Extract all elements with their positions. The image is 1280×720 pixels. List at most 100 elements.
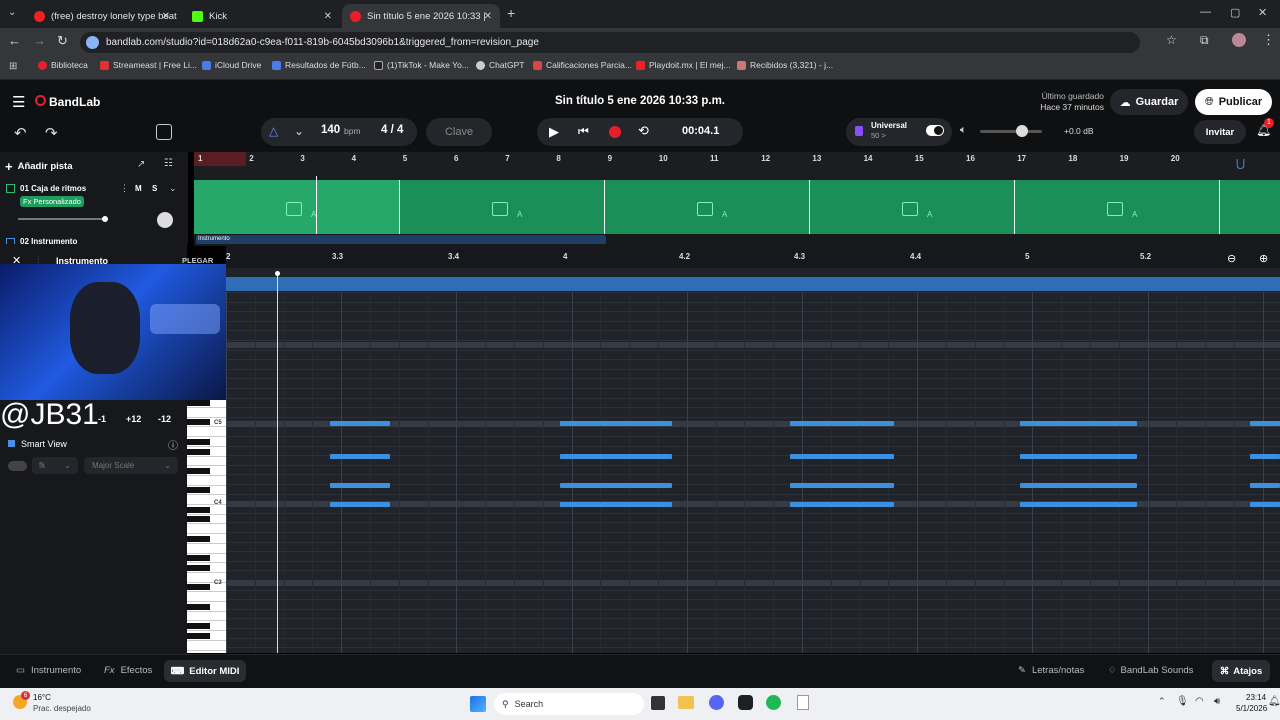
volume-handle[interactable] — [102, 216, 108, 222]
forward-icon[interactable]: → — [33, 33, 46, 48]
piano-roll-grid[interactable] — [226, 268, 1280, 653]
new-tab-icon[interactable]: + — [507, 5, 515, 21]
midi-note[interactable] — [790, 502, 894, 507]
piano-black-key[interactable] — [187, 419, 210, 426]
midi-note[interactable] — [790, 454, 894, 459]
transpose-down-octave-button[interactable]: -12 — [158, 414, 171, 424]
bookmark-item[interactable]: iCloud Drive — [202, 60, 261, 70]
tuner-label[interactable]: Universal — [871, 121, 907, 130]
track-volume-slider[interactable] — [18, 218, 106, 220]
piano-black-key[interactable] — [187, 506, 210, 513]
midi-playhead[interactable] — [277, 272, 278, 653]
skip-back-icon[interactable]: ⏮︎ — [578, 124, 589, 139]
tab-search-icon[interactable]: ⌄ — [8, 7, 16, 18]
piano-black-key[interactable] — [187, 535, 210, 542]
tab-youtube[interactable]: (free) destroy lonely type beat - ✕ — [26, 4, 178, 28]
volume-knob[interactable] — [1016, 125, 1028, 137]
scale-select[interactable]: Major Scale ⌄ — [84, 457, 178, 474]
midi-note[interactable] — [1020, 483, 1137, 488]
track-menu-icon[interactable]: ⋮ — [120, 183, 129, 194]
chevron-down-icon[interactable]: ⌄ — [294, 124, 304, 138]
midi-note[interactable] — [560, 502, 672, 507]
bookmark-item[interactable]: ChatGPT — [476, 60, 524, 70]
bookmark-item[interactable]: Recibidos (3,321) - j... — [737, 60, 833, 70]
maximize-icon[interactable]: ▢ — [1230, 6, 1240, 19]
track-settings-icon[interactable]: ☷ — [164, 158, 173, 169]
drum-clip[interactable]: A — [604, 180, 809, 234]
midi-note[interactable] — [560, 454, 672, 459]
midi-note[interactable] — [330, 454, 390, 459]
tab-midi-editor[interactable]: ⌨ Editor MIDI — [164, 660, 246, 682]
metronome-icon[interactable]: △ — [269, 124, 278, 138]
midi-note[interactable] — [330, 502, 390, 507]
apps-grid-icon[interactable]: ⊞ — [9, 61, 17, 72]
microphone-icon[interactable]: 🎙︎ — [1176, 696, 1189, 707]
tab-kick[interactable]: Kick ✕ — [184, 4, 340, 28]
piano-black-key[interactable] — [187, 632, 210, 639]
tab-instrument[interactable]: ▭ Instrumento — [16, 665, 81, 676]
smart-view-toggle[interactable] — [8, 461, 27, 471]
midi-note[interactable] — [790, 421, 894, 426]
bookmark-item[interactable]: Resultados de Fútb... — [272, 60, 366, 70]
midi-note[interactable] — [330, 421, 390, 426]
undo-icon[interactable]: ↶ — [14, 124, 27, 142]
volume-icon[interactable]: 🔊︎ — [1214, 696, 1220, 707]
drum-clip[interactable]: A — [809, 180, 1014, 234]
midi-note[interactable] — [1250, 502, 1280, 507]
file-explorer-icon[interactable] — [678, 696, 694, 709]
profile-avatar[interactable] — [1232, 33, 1246, 47]
record-icon[interactable] — [609, 126, 621, 138]
windows-start-icon[interactable] — [470, 696, 486, 712]
magnet-icon[interactable]: ⋃ — [1236, 157, 1245, 170]
extensions-icon[interactable]: ⧉ — [1200, 33, 1209, 48]
window-close-icon[interactable]: ✕ — [1258, 6, 1267, 19]
task-view-icon[interactable] — [651, 696, 665, 710]
close-icon[interactable]: ✕ — [324, 11, 332, 22]
bookmark-item[interactable]: Calificaciones Parcia... — [533, 60, 632, 70]
piano-black-key[interactable] — [187, 400, 210, 406]
bookmark-item[interactable]: (1)TikTok - Make Yo... — [374, 60, 469, 70]
zoom-out-icon[interactable]: ⊖ — [1227, 252, 1236, 265]
piano-black-key[interactable] — [187, 487, 210, 494]
transpose-down-button[interactable]: -1 — [98, 414, 106, 424]
close-icon[interactable]: ✕ — [162, 11, 170, 22]
timeline-ruler[interactable]: 1 2 3 4 5 6 7 8 9 10 11 12 13 14 15 16 17 18 19 20 — [194, 152, 1280, 166]
drum-clip[interactable]: A — [194, 180, 399, 234]
midi-note[interactable] — [330, 483, 390, 488]
brand-logo[interactable]: BandLab — [49, 95, 100, 109]
piano-black-key[interactable] — [187, 555, 210, 562]
drum-track-lane[interactable]: AAAAAA — [194, 180, 1280, 234]
close-icon[interactable]: ✕ — [484, 11, 492, 22]
info-icon[interactable]: ⓘ — [168, 437, 178, 452]
midi-note[interactable] — [1020, 454, 1137, 459]
piano-black-key[interactable] — [187, 448, 210, 455]
back-icon[interactable]: ← — [8, 33, 21, 48]
instrument-region[interactable]: Instrumento — [196, 235, 606, 244]
save-button[interactable]: ☁ Guardar — [1110, 89, 1188, 115]
tab-effects[interactable]: Fx Efectos — [104, 665, 152, 676]
reload-icon[interactable]: ↻ — [57, 33, 68, 49]
midi-note[interactable] — [560, 421, 672, 426]
taskbar-search[interactable]: ⚲ Search — [494, 693, 644, 715]
drum-clip[interactable]: A — [399, 180, 604, 234]
midi-note[interactable] — [560, 483, 672, 488]
shortcuts-button[interactable]: ⌘ Atajos — [1212, 660, 1270, 682]
redo-icon[interactable]: ↷ — [45, 124, 58, 142]
notepad-icon[interactable] — [797, 695, 809, 710]
pan-knob[interactable] — [157, 212, 173, 228]
key-button[interactable]: Clave — [426, 118, 492, 146]
fx-badge[interactable]: Fx Personalizado — [20, 196, 84, 207]
mixer-toggle-icon[interactable] — [156, 124, 172, 140]
piano-black-key[interactable] — [187, 623, 210, 630]
invite-button[interactable]: Invitar — [1194, 120, 1246, 144]
add-track-button[interactable]: + Añadir pista — [5, 156, 89, 176]
bookmark-item[interactable]: Streameast | Free Li... — [100, 60, 197, 70]
capcut-icon[interactable] — [738, 695, 753, 710]
transpose-up-octave-button[interactable]: +12 — [126, 414, 141, 424]
midi-note[interactable] — [1250, 421, 1280, 426]
piano-black-key[interactable] — [187, 584, 210, 591]
minimize-icon[interactable]: — — [1200, 6, 1211, 18]
track-name[interactable]: 01 Caja de ritmos — [20, 184, 86, 193]
project-title[interactable]: Sin título 5 ene 2026 10:33 p.m. — [540, 95, 740, 107]
url-field[interactable]: bandlab.com/studio?id=018d62a0-c9ea-f011… — [80, 32, 1140, 53]
